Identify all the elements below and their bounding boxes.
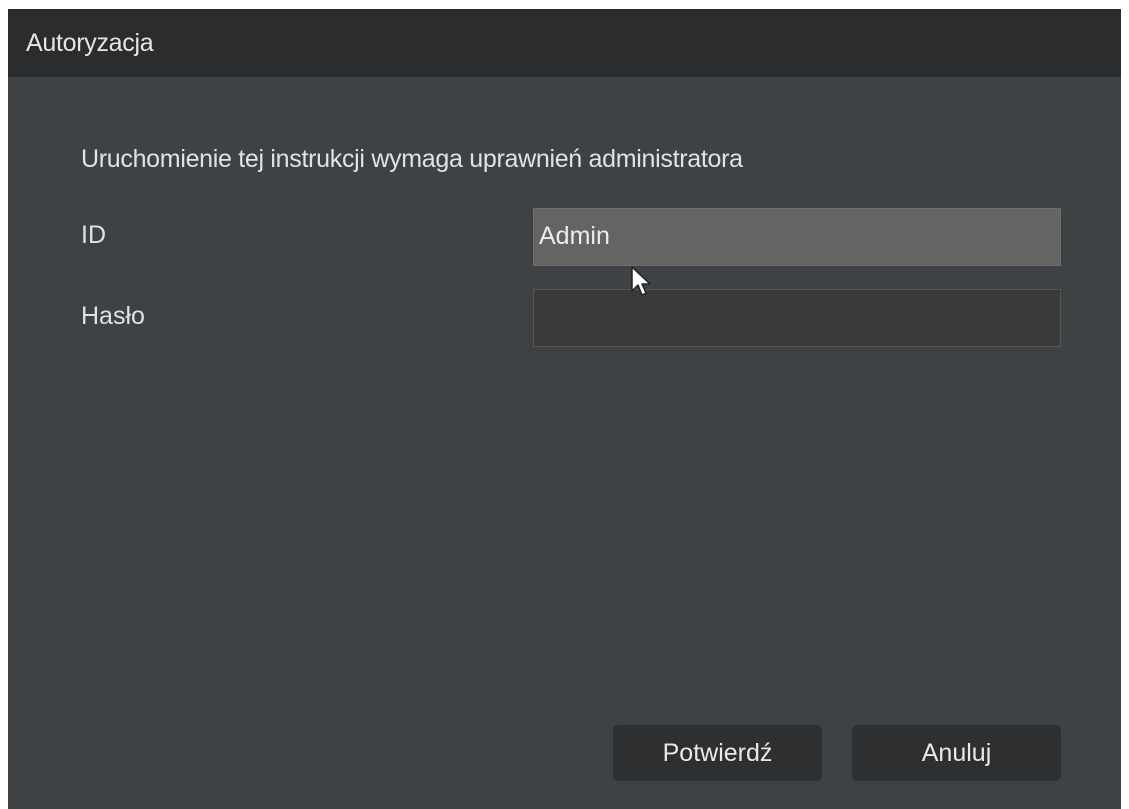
mouse-pointer-icon — [631, 266, 651, 296]
dialog-titlebar: Autoryzacja — [8, 9, 1121, 77]
password-label: Hasło — [81, 302, 145, 330]
id-input[interactable]: Admin — [533, 208, 1061, 266]
id-input-value: Admin — [539, 222, 610, 250]
id-label: ID — [81, 221, 106, 249]
dialog-title: Autoryzacja — [26, 29, 154, 57]
password-input[interactable] — [533, 289, 1061, 347]
authorization-dialog: Autoryzacja Uruchomienie tej instrukcji … — [8, 9, 1121, 809]
confirm-button[interactable]: Potwierdź — [613, 725, 822, 781]
cancel-button[interactable]: Anuluj — [852, 725, 1061, 781]
dialog-message: Uruchomienie tej instrukcji wymaga upraw… — [81, 145, 743, 173]
